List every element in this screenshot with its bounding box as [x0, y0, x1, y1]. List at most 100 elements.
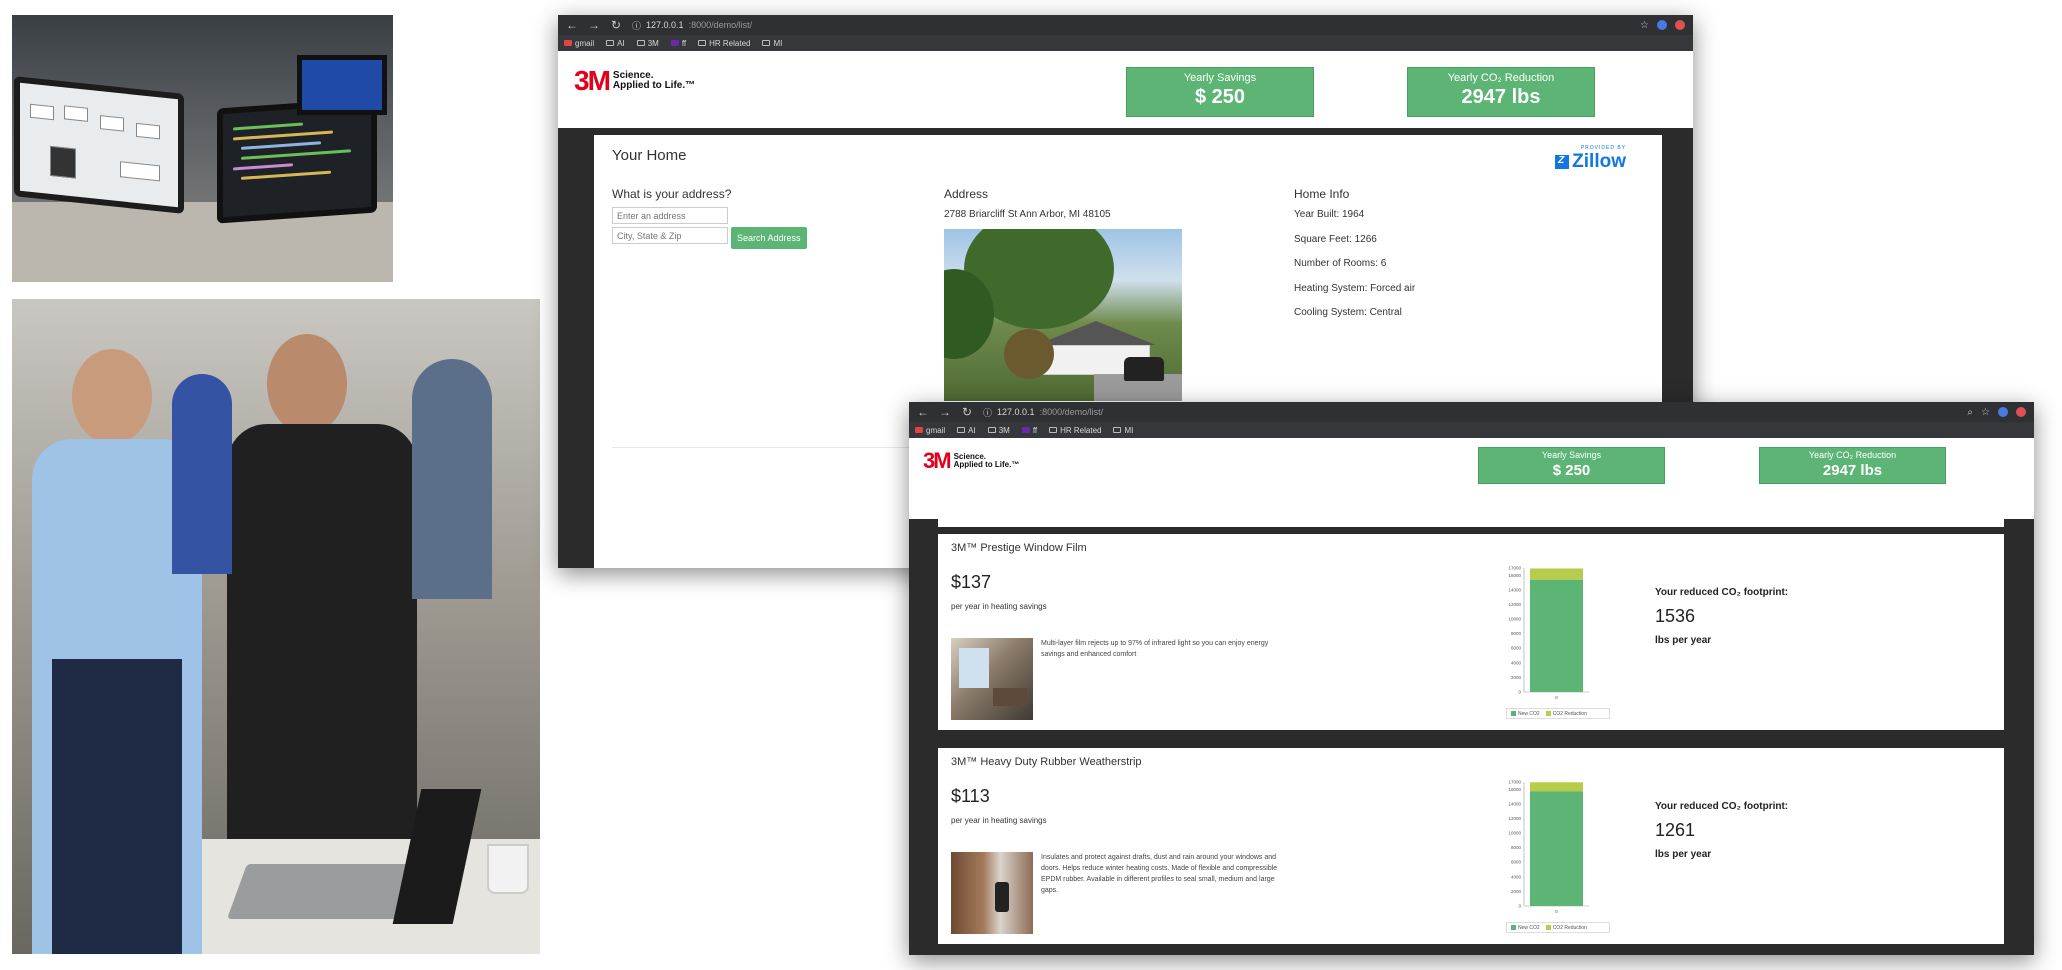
y-tick-label: 12000 — [1508, 816, 1521, 821]
y-tick-label: 10000 — [1508, 617, 1521, 622]
bookmark-label: 3M — [998, 425, 1010, 435]
savings-label: Yearly Savings — [1541, 450, 1602, 460]
back-arrow-icon[interactable]: ← — [566, 18, 578, 32]
yearly-savings-card: Yearly Savings $ 250 — [1478, 447, 1665, 484]
reload-icon[interactable]: ↻ — [961, 405, 973, 419]
bookmark-3m[interactable]: 3M — [987, 425, 1010, 435]
y-tick-label: 14000 — [1508, 587, 1521, 592]
folder-icon — [957, 427, 966, 433]
bar-segment — [1530, 791, 1583, 906]
chart-legend: New CO2 CO2 Reduction — [1506, 708, 1610, 719]
photo-people-laptop-demo — [12, 299, 540, 954]
diagram-block — [64, 105, 88, 122]
legend-swatch — [1545, 925, 1551, 930]
forward-arrow-icon[interactable]: → — [939, 405, 951, 419]
y-tick-label: 2000 — [1511, 675, 1522, 680]
address-bar[interactable]: ⓘ 127.0.0.1:8000/demo/list/ — [632, 19, 752, 32]
folder-icon — [987, 427, 996, 433]
y-tick-label: 17000 — [1508, 780, 1521, 785]
background-person — [172, 374, 232, 574]
url-path: :8000/demo/list/ — [1039, 407, 1104, 417]
folder-icon — [606, 40, 615, 46]
extension-icon[interactable] — [1657, 20, 1667, 30]
address-bar[interactable]: ⓘ 127.0.0.1:8000/demo/list/ — [983, 406, 1103, 419]
search-address-button[interactable]: Search Address — [731, 227, 807, 249]
info-icon: ⓘ — [632, 20, 642, 31]
bookmark-gmail[interactable]: gmail — [915, 426, 945, 435]
y-tick-label: 8000 — [1511, 845, 1522, 850]
bookmark-label: 3M — [647, 38, 659, 48]
reload-icon[interactable]: ↻ — [610, 18, 622, 32]
address-input[interactable] — [612, 207, 728, 224]
folder-icon — [698, 40, 707, 46]
car — [1124, 357, 1164, 381]
forward-arrow-icon[interactable]: → — [588, 18, 600, 32]
bookmark-ff[interactable]: ff — [670, 39, 686, 48]
bookmark-label: AI — [968, 425, 976, 435]
search-icon[interactable]: ⌕ — [1967, 407, 1973, 418]
bookmark-3m[interactable]: 3M — [636, 38, 659, 48]
bookmark-mi[interactable]: MI — [762, 39, 782, 48]
zillow-badge[interactable]: PROVIDED BY Zillow — [1555, 145, 1626, 173]
legend-item: New CO2 — [1511, 925, 1540, 931]
door-handle — [995, 882, 1009, 912]
bookmark-label: HR Related — [1060, 425, 1102, 435]
window-pane — [959, 648, 989, 688]
bookmark-gmail[interactable]: gmail — [564, 39, 594, 48]
bookmark-label: ff — [1032, 425, 1038, 435]
photo-laptops-conference — [12, 15, 393, 282]
bookmark-label: AI — [617, 38, 625, 48]
x-tick-label: 0 — [1555, 695, 1558, 700]
app-header: 3M Science. Applied to Life.™ Yearly Savi… — [909, 438, 2034, 519]
monitor-screen — [297, 55, 387, 115]
bookmark-ff[interactable]: ff — [1021, 425, 1038, 435]
savings-value: $ 250 — [1552, 462, 1591, 479]
y-tick-label: 8000 — [1511, 631, 1522, 636]
co2-chart: 0 2000 4000 6000 8000 10000 12000 14000 16000 170… — [1494, 564, 1614, 724]
bar-segment — [1530, 782, 1583, 792]
bookmark-hr-related[interactable]: HR Related — [1049, 426, 1101, 435]
bookmark-ai[interactable]: AI — [957, 426, 976, 435]
yearly-savings-card: Yearly Savings $ 250 — [1126, 67, 1314, 117]
3m-logo[interactable]: 3M Science. Applied to Life.™ — [923, 448, 1019, 474]
bar-segment — [1530, 568, 1583, 580]
3m-logo[interactable]: 3M Science. Applied to Life.™ — [574, 65, 695, 97]
bookmark-mi[interactable]: MI — [1113, 426, 1133, 435]
y-tick-label: 17000 — [1508, 566, 1521, 571]
y-tick-label: 2000 — [1511, 889, 1522, 894]
app-header: 3M Science. Applied to Life.™ Yearly Savi… — [558, 51, 1693, 128]
product-savings-price: $113 — [951, 786, 990, 806]
code-line — [241, 170, 331, 180]
url-path: :8000/demo/list/ — [688, 20, 753, 30]
co2-value: 2947 lbs — [1461, 86, 1541, 108]
browser-window-products: ← → ↻ ⓘ 127.0.0.1:8000/demo/list/ ⌕ ☆ gm… — [909, 402, 2034, 955]
coffee-cup — [487, 844, 529, 894]
co2-label: Yearly CO₂ Reduction — [1808, 450, 1897, 460]
background-person — [412, 359, 492, 599]
bookmark-hr-related[interactable]: HR Related — [698, 39, 750, 48]
card-edge — [938, 519, 2004, 527]
yearly-co2-card: Yearly CO₂ Reduction 2947 lbs — [1407, 67, 1595, 117]
y-tick-label: 4000 — [1511, 660, 1522, 665]
y-tick-label: 10000 — [1508, 831, 1521, 836]
yearly-co2-card: Yearly CO₂ Reduction 2947 lbs — [1759, 447, 1946, 484]
y-tick-label: 14000 — [1508, 801, 1521, 806]
person-head — [267, 334, 347, 434]
products-list: 3M™ Prestige Window Film $137 per year i… — [909, 519, 2034, 955]
profile-icon[interactable] — [1675, 20, 1685, 30]
product-description: Insulates and protect against drafts, du… — [1041, 854, 1278, 894]
bookmark-label: gmail — [926, 425, 946, 435]
address-heading: Address — [944, 187, 989, 201]
back-arrow-icon[interactable]: ← — [917, 405, 929, 419]
zillow-logo-icon — [1555, 155, 1570, 169]
diagram-block — [100, 115, 124, 132]
laptop-base — [226, 864, 418, 919]
profile-icon[interactable] — [2016, 407, 2026, 417]
chart-legend: New CO2 CO2 Reduction — [1506, 922, 1610, 933]
extension-icon[interactable] — [1998, 407, 2008, 417]
bookmark-ai[interactable]: AI — [606, 39, 625, 48]
star-icon[interactable]: ☆ — [1981, 407, 1990, 418]
city-state-zip-input[interactable] — [612, 227, 728, 244]
footprint-value: 1261 — [1655, 820, 1696, 840]
star-icon[interactable]: ☆ — [1640, 20, 1649, 31]
